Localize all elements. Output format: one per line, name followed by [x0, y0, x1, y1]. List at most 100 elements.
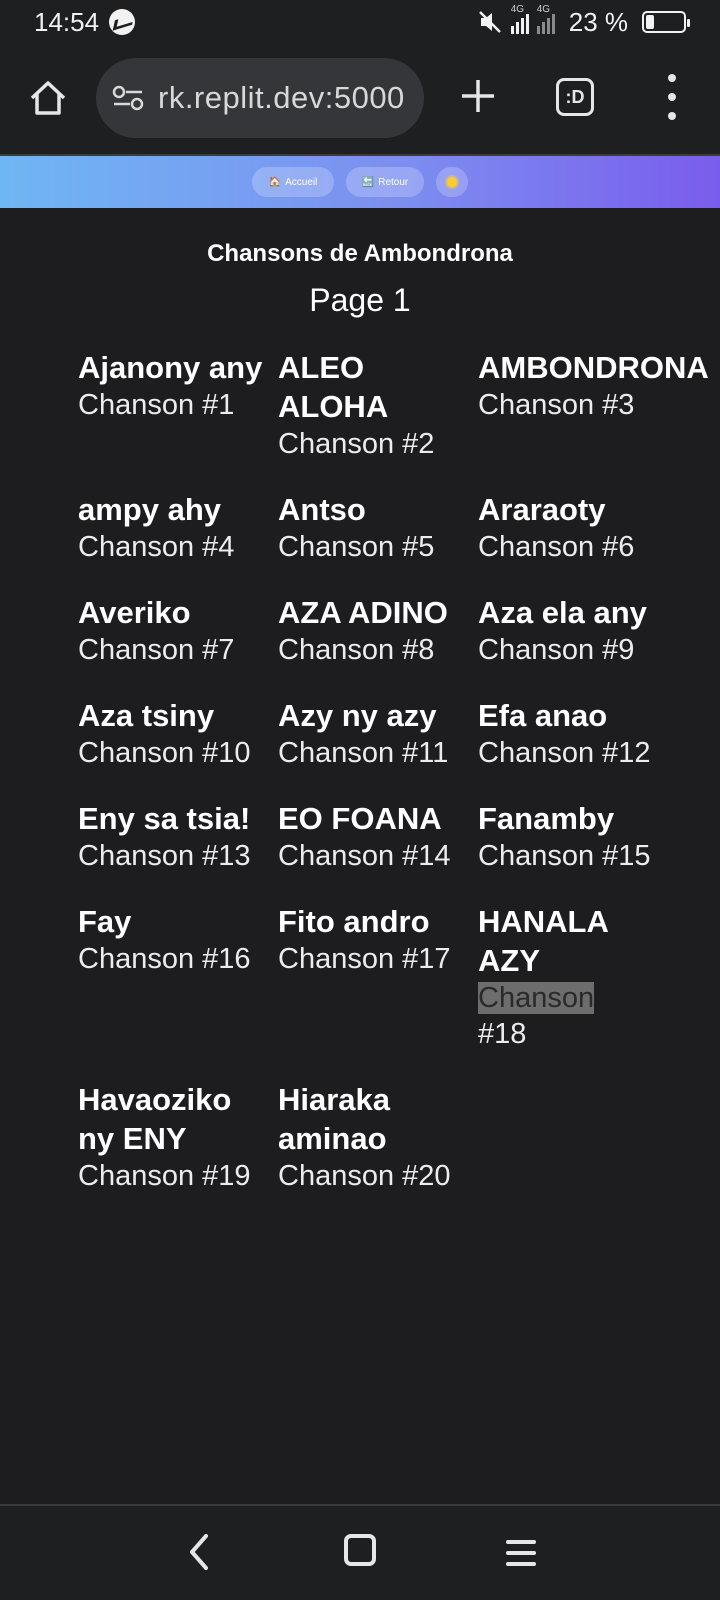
status-bar: 14:54 4G 4G 23 %	[0, 0, 720, 44]
song-card[interactable]: Havaoziko ny ENY Chanson #19	[78, 1080, 268, 1194]
song-number: Chanson #19	[78, 1160, 251, 1192]
song-number: Chanson #4	[78, 531, 235, 563]
song-number: Chanson #9	[478, 634, 635, 666]
battery-percent: 23 %	[568, 6, 628, 37]
page-title: Chansons de Ambondrona	[207, 240, 513, 267]
song-card[interactable]: Ajanony any Chanson #1	[78, 348, 268, 462]
song-title[interactable]: Averiko	[78, 593, 268, 632]
song-card[interactable]: Antso Chanson #5	[278, 490, 468, 565]
song-title[interactable]: Fanamby	[478, 799, 668, 838]
song-card[interactable]: Araraoty Chanson #6	[478, 490, 668, 565]
song-title[interactable]: AZA ADINO	[278, 593, 468, 632]
song-card[interactable]: AMBONDRONA Chanson #3	[478, 348, 709, 462]
song-number: Chanson #11	[278, 737, 449, 769]
song-card[interactable]: ALEO ALOHA Chanson #2	[278, 348, 468, 462]
signal-2-icon: 4G	[536, 4, 555, 34]
status-right: 4G 4G 23 %	[477, 4, 690, 38]
song-title[interactable]: Fay	[78, 902, 268, 941]
network-label-2: 4G	[536, 4, 551, 15]
song-card[interactable]: ampy ahy Chanson #4	[78, 490, 268, 565]
song-number: Chanson #2	[278, 428, 435, 460]
song-grid: Ajanony any Chanson #1 ALEO ALOHA Chanson #…	[78, 348, 718, 1194]
home-nav-label: Accueil	[285, 176, 318, 188]
song-title[interactable]: Efa anao	[478, 696, 668, 735]
back-arrow-icon: 🔙	[361, 176, 375, 188]
song-number: Chanson #1	[78, 389, 235, 421]
song-number: Chanson #18	[478, 980, 668, 1052]
song-card[interactable]: EO FOANA Chanson #14	[278, 799, 468, 874]
system-nav-bar	[0, 1504, 720, 1600]
tab-count: :D	[565, 86, 585, 107]
messenger-icon	[109, 9, 136, 35]
song-card[interactable]: Eny sa tsia! Chanson #13	[78, 799, 268, 874]
song-card[interactable]: Fay Chanson #16	[78, 902, 268, 1052]
back-nav-label: Retour	[378, 176, 409, 188]
song-title[interactable]: Havaoziko ny ENY	[78, 1080, 268, 1158]
song-title[interactable]: Antso	[278, 490, 468, 529]
song-card[interactable]: Fanamby Chanson #15	[478, 799, 668, 874]
song-number: Chanson #7	[78, 634, 235, 666]
status-time: 14:54	[34, 6, 100, 37]
song-card[interactable]: Averiko Chanson #7	[78, 593, 268, 668]
song-number: Chanson #16	[78, 943, 251, 975]
page-nav-header: 🏠 Accueil 🔙 Retour	[0, 156, 720, 208]
song-title[interactable]: ampy ahy	[78, 490, 268, 529]
song-title[interactable]: EO FOANA	[278, 799, 468, 838]
song-title[interactable]: Aza tsiny	[78, 696, 268, 735]
network-label-1: 4G	[510, 4, 525, 15]
url-text[interactable]: rk.replit.dev:5000	[158, 80, 405, 116]
song-number: Chanson #14	[278, 840, 451, 872]
song-title[interactable]: Azy ny azy	[278, 696, 468, 735]
tab-switcher-button[interactable]: :D	[556, 78, 594, 116]
song-title[interactable]: Hiaraka aminao	[278, 1080, 468, 1158]
back-nav-button[interactable]: 🔙 Retour	[346, 167, 424, 197]
song-card[interactable]: Efa anao Chanson #12	[478, 696, 668, 771]
home-nav-button[interactable]: 🏠 Accueil	[252, 167, 334, 197]
song-card[interactable]: AZA ADINO Chanson #8	[278, 593, 468, 668]
song-number: Chanson #15	[478, 840, 651, 872]
song-title[interactable]: AMBONDRONA	[478, 348, 709, 387]
song-title[interactable]: Aza ela any	[478, 593, 668, 632]
song-number: Chanson #10	[78, 737, 251, 769]
recent-apps-icon[interactable]	[506, 1540, 536, 1566]
song-title[interactable]: HANALA AZY	[478, 902, 668, 980]
song-title[interactable]: ALEO ALOHA	[278, 348, 468, 426]
song-number: Chanson #13	[78, 840, 251, 872]
song-card[interactable]: HANALA AZY Chanson #18	[478, 902, 668, 1052]
song-number: Chanson #3	[478, 389, 635, 421]
browser-toolbar: rk.replit.dev:5000 :D	[0, 44, 720, 154]
home-icon[interactable]	[26, 76, 70, 120]
song-number: Chanson #5	[278, 531, 435, 563]
status-left: 14:54	[34, 6, 136, 38]
address-bar[interactable]: rk.replit.dev:5000	[96, 58, 424, 138]
song-title[interactable]: Araraoty	[478, 490, 668, 529]
song-number: Chanson #6	[478, 531, 635, 563]
new-tab-icon[interactable]	[456, 74, 500, 118]
house-icon: 🏠	[268, 176, 282, 188]
theme-toggle-button[interactable]	[436, 167, 468, 197]
battery-icon	[642, 11, 690, 33]
sun-icon	[447, 177, 457, 187]
page-number: Page 1	[309, 282, 411, 318]
song-number: Chanson #20	[278, 1160, 451, 1192]
mute-icon	[478, 11, 501, 33]
site-settings-icon[interactable]	[112, 84, 144, 112]
song-number: Chanson #8	[278, 634, 435, 666]
selected-text: Chanson	[478, 982, 595, 1014]
back-icon[interactable]	[184, 1532, 214, 1572]
song-title[interactable]: Fito andro	[278, 902, 468, 941]
song-card[interactable]: Aza ela any Chanson #9	[478, 593, 668, 668]
signal-1-icon: 4G	[510, 4, 529, 34]
song-card[interactable]: Aza tsiny Chanson #10	[78, 696, 268, 771]
song-number-rest: #18	[478, 1018, 527, 1050]
song-card[interactable]: Hiaraka aminao Chanson #20	[278, 1080, 468, 1194]
main-content: Chansons de Ambondrona Page 1 Ajanony an…	[0, 208, 720, 1504]
song-title[interactable]: Eny sa tsia!	[78, 799, 268, 838]
home-square-icon[interactable]	[344, 1534, 376, 1566]
song-title[interactable]: Ajanony any	[78, 348, 268, 387]
song-card[interactable]: Fito andro Chanson #17	[278, 902, 468, 1052]
song-card[interactable]: Azy ny azy Chanson #11	[278, 696, 468, 771]
song-number: Chanson #17	[278, 943, 451, 975]
browser-menu-icon[interactable]	[662, 74, 682, 120]
song-number: Chanson #12	[478, 737, 651, 769]
